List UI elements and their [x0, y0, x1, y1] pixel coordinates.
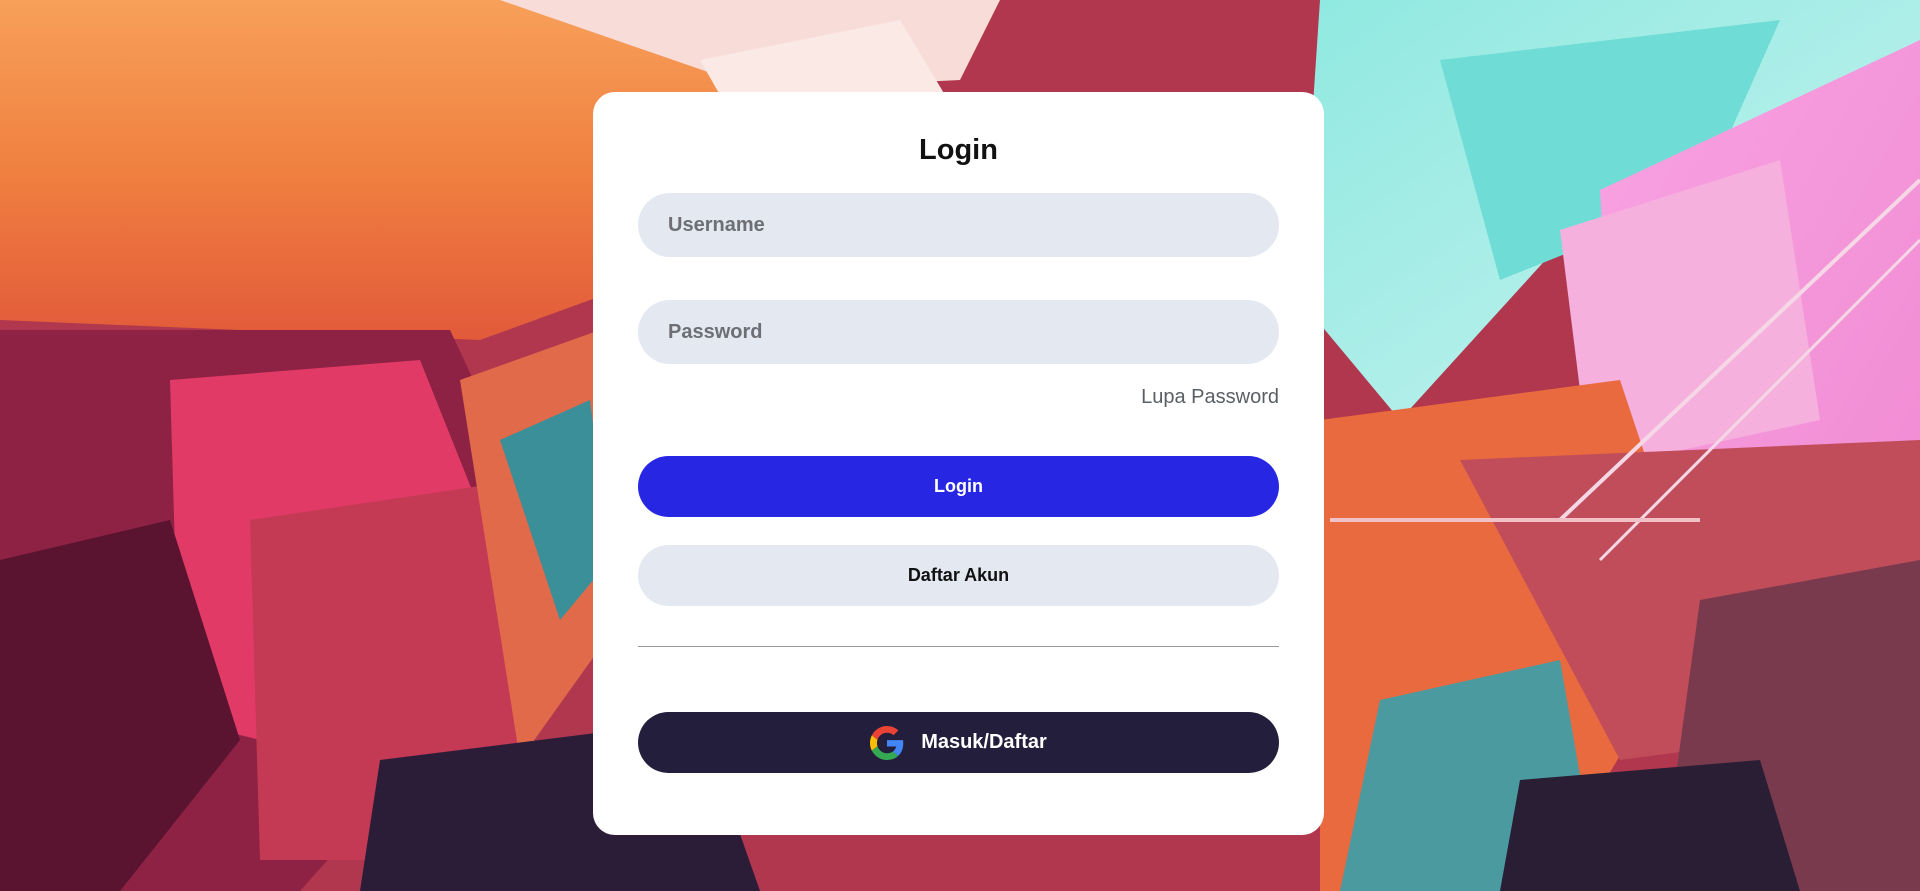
register-button[interactable]: Daftar Akun — [638, 545, 1279, 606]
forgot-password-row: Lupa Password — [638, 386, 1279, 410]
login-button[interactable]: Login — [638, 456, 1279, 517]
login-card: Login Lupa Password Login Daftar Akun Ma… — [593, 92, 1324, 835]
forgot-password-link[interactable]: Lupa Password — [1141, 386, 1279, 408]
page-title: Login — [919, 134, 998, 166]
password-input[interactable] — [638, 300, 1279, 364]
username-input[interactable] — [638, 193, 1279, 257]
google-button-label: Masuk/Daftar — [921, 731, 1047, 753]
divider — [638, 646, 1279, 647]
google-signin-button[interactable]: Masuk/Daftar — [638, 712, 1279, 773]
google-g-icon — [870, 725, 904, 760]
